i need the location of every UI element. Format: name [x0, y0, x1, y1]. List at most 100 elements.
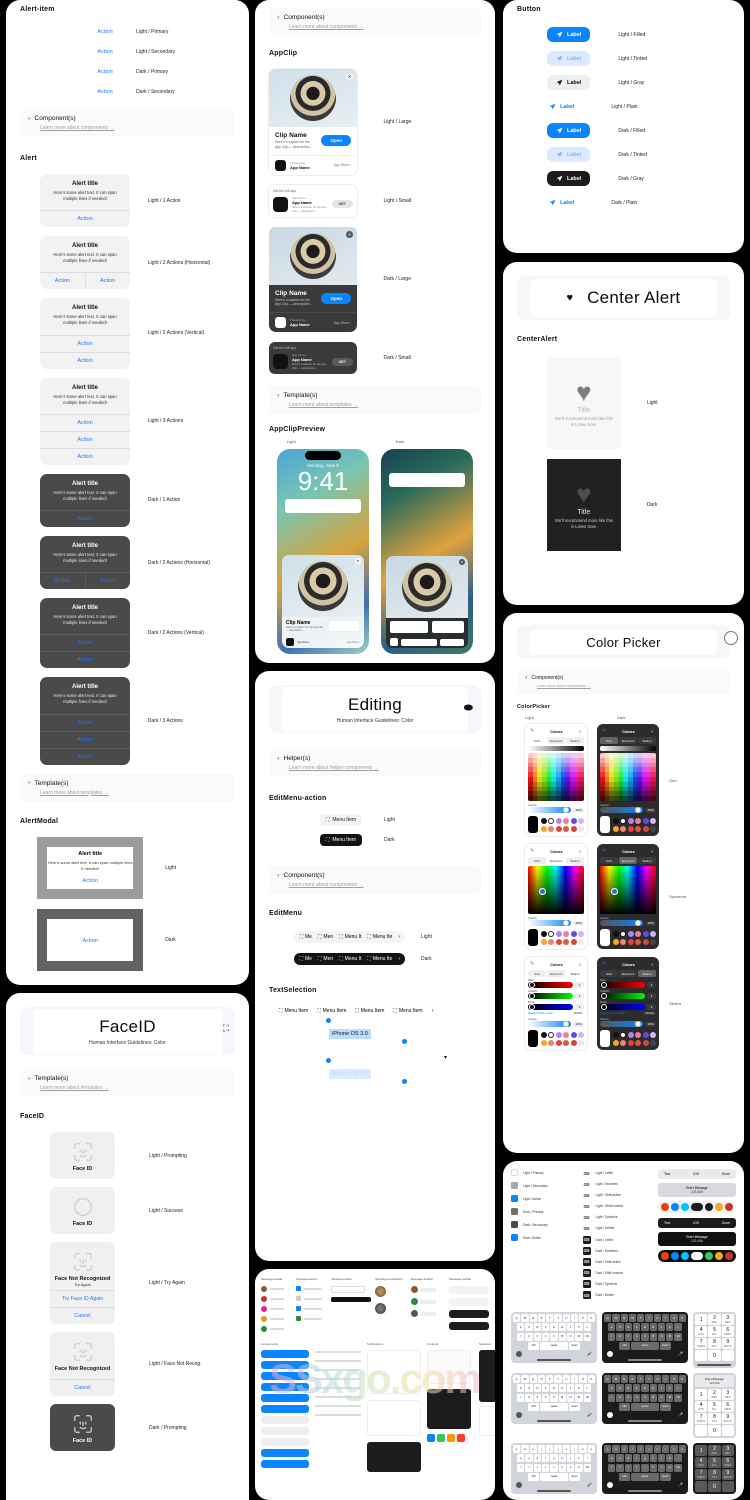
key-m[interactable]: M — [575, 1332, 583, 1341]
eyedropper-icon[interactable]: ✎ — [530, 728, 534, 734]
hex-label[interactable]: Display P3 Hex Color ↑ — [600, 1012, 627, 1015]
color-swatch[interactable] — [635, 931, 641, 937]
color-swatch[interactable] — [578, 931, 584, 937]
faceid-card[interactable]: Face ID — [50, 1132, 115, 1179]
shift-key[interactable]: ⇧ — [517, 1332, 525, 1341]
numpad-key-6[interactable]: 6 MNO — [721, 1326, 734, 1338]
numbers-key[interactable]: 123 — [527, 1341, 539, 1350]
menu-item[interactable]: ⛶ Me — [299, 934, 311, 940]
key-z[interactable]: Z — [616, 1332, 624, 1341]
cp-tab-spectrum[interactable]: Spectrum — [547, 970, 565, 977]
numbers-key[interactable]: 123 — [527, 1472, 539, 1481]
key-x[interactable]: x — [533, 1463, 542, 1472]
button-plain[interactable]: Label — [547, 195, 583, 210]
mic-icon[interactable]: 🎤 — [587, 1482, 592, 1488]
color-swatch[interactable] — [635, 1040, 641, 1046]
numpad-key-3[interactable]: 3 DEF — [721, 1389, 734, 1401]
key-z[interactable]: z — [525, 1463, 533, 1472]
alert-light[interactable]: Alert title Here's some alert text. It ca… — [40, 377, 130, 465]
alert-dark[interactable]: Alert title Here's some alert text. It ca… — [40, 535, 130, 590]
selection-menu-item[interactable]: ⛶ Menu Item — [393, 1008, 422, 1014]
alert-item-action[interactable]: Action — [97, 29, 112, 35]
key-v[interactable]: V — [641, 1332, 649, 1341]
helpers-strip[interactable]: ▾ Helper(s) Learn more about helper comp… — [269, 749, 481, 777]
color-swatch[interactable] — [563, 939, 569, 945]
cp-tab-sliders[interactable]: Sliders — [638, 857, 656, 864]
faceid-action[interactable]: Cancel — [50, 1380, 115, 1396]
cp-tab-spectrum[interactable]: Spectrum — [547, 737, 565, 744]
key-v[interactable]: V — [641, 1393, 649, 1402]
expand-icon[interactable]: ▾ — [28, 1076, 31, 1082]
faceid-card[interactable]: Face ID — [50, 1404, 115, 1451]
appclip-templates-strip[interactable]: ▾ Template(s) Learn more about templates… — [269, 386, 481, 415]
color-swatch[interactable] — [570, 939, 577, 945]
key-u[interactable]: u — [653, 1445, 662, 1454]
key-r[interactable]: R — [537, 1375, 546, 1384]
key-f[interactable]: F — [542, 1323, 550, 1332]
alert-dark[interactable]: Alert title Here's some alert text. It ca… — [40, 473, 130, 527]
key-n[interactable]: N — [566, 1393, 575, 1402]
key-m[interactable]: m — [575, 1463, 583, 1472]
key-b[interactable]: B — [649, 1332, 657, 1341]
key-u[interactable]: U — [653, 1375, 662, 1384]
color-swatch[interactable] — [627, 1040, 634, 1046]
faceid-templates-strip[interactable]: ▾ Template(s) Learn more about templates… — [20, 1069, 235, 1097]
key-f[interactable]: F — [633, 1323, 641, 1332]
cp-tab-grid[interactable]: Grid — [528, 970, 546, 977]
alert-action[interactable]: Action — [40, 715, 129, 731]
color-picker-dark[interactable]: ✎ Colors ✕ Grid Spectrum Sliders RED 0 GREEN 0 BLU… — [597, 957, 659, 1050]
key-n[interactable]: N — [566, 1332, 575, 1341]
cp-tab-sliders[interactable]: Sliders — [566, 737, 584, 744]
key-v[interactable]: V — [550, 1393, 558, 1402]
faceid-action[interactable]: Cancel — [50, 1308, 115, 1324]
selected-text-dim[interactable]: iPhone OS 3.0 — [329, 1069, 371, 1079]
numpad-key-1[interactable]: 1 — [694, 1389, 708, 1401]
return-key[interactable]: return — [659, 1472, 671, 1481]
editing-components-strip[interactable]: ▾ Component(s) Learn more about componen… — [269, 866, 481, 894]
delete-key[interactable]: ⌫ — [674, 1393, 682, 1402]
key-q[interactable]: Q — [603, 1314, 612, 1323]
color-swatch[interactable] — [548, 818, 554, 824]
key-f[interactable]: f — [542, 1454, 550, 1463]
shift-key[interactable]: ⇧ — [517, 1393, 525, 1402]
key-h[interactable]: H — [558, 1323, 566, 1332]
color-swatch[interactable] — [612, 826, 619, 832]
close-icon[interactable]: ✕ — [651, 849, 654, 854]
key-b[interactable]: B — [649, 1393, 657, 1402]
numpad-key-blank[interactable] — [694, 1481, 708, 1493]
key-g[interactable]: G — [550, 1384, 558, 1393]
key-b[interactable]: B — [558, 1332, 566, 1341]
close-icon[interactable]: ✕ — [651, 962, 654, 967]
color-swatch[interactable] — [620, 826, 626, 832]
selection-handle-end[interactable] — [402, 1079, 407, 1084]
numpad-key-blank[interactable] — [721, 1350, 734, 1362]
key-t[interactable]: t — [637, 1445, 645, 1454]
key-w[interactable]: W — [521, 1375, 529, 1384]
modal-action[interactable]: Action — [83, 878, 98, 884]
color-swatch[interactable] — [650, 931, 656, 937]
key-d[interactable]: D — [624, 1384, 632, 1393]
key-x[interactable]: X — [533, 1332, 542, 1341]
numpad-key-8[interactable]: 8 TUV — [708, 1338, 721, 1350]
key-i[interactable]: i — [662, 1445, 670, 1454]
emoji-icon[interactable] — [606, 1481, 613, 1488]
alert-action[interactable]: Action — [40, 652, 129, 668]
numpad-key-4[interactable]: 4 GHI — [694, 1457, 708, 1469]
key-a[interactable]: a — [608, 1454, 616, 1463]
button-plain[interactable]: Label — [547, 99, 583, 114]
expand-icon[interactable]: ▾ — [277, 393, 280, 399]
key-c[interactable]: C — [633, 1393, 641, 1402]
faceid-card[interactable]: Face Not Recognized Cancel — [50, 1332, 115, 1396]
cp-tab-sliders[interactable]: Sliders — [638, 970, 656, 977]
return-key[interactable]: return — [568, 1402, 580, 1411]
keyboard-dark[interactable]: q w e r t y u i o p a s d f g h j k l ⇧ z x c v b n m ⌫ 123 space retu… — [601, 1443, 688, 1494]
color-swatch[interactable] — [650, 1040, 656, 1046]
alert-action[interactable]: Action — [40, 353, 129, 369]
components-strip[interactable]: ▾ Component(s) Learn more about componen… — [20, 109, 235, 137]
key-s[interactable]: s — [616, 1454, 624, 1463]
appclip-app-store-link[interactable]: App Store › — [347, 641, 360, 644]
alert-action[interactable]: Action — [40, 573, 84, 589]
color-swatch[interactable] — [555, 1040, 562, 1046]
numpad-key-blank[interactable] — [721, 1425, 734, 1437]
color-swatch[interactable] — [548, 931, 554, 937]
